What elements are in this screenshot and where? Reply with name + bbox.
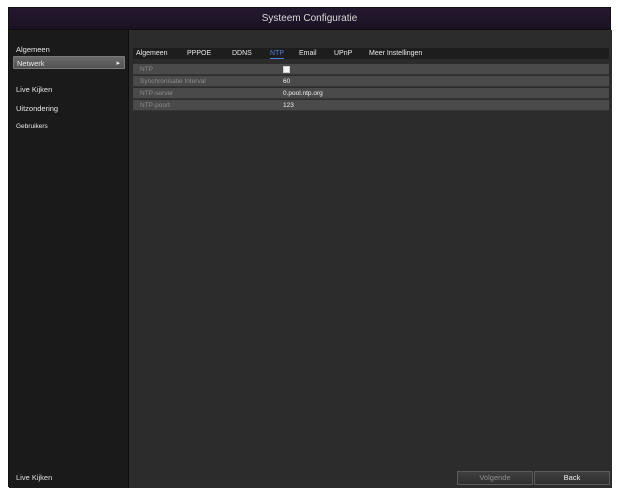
ntp-enable-checkbox[interactable] [283, 66, 290, 73]
sync-interval-input[interactable]: 60 [283, 76, 290, 87]
tab-pppoe[interactable]: PPPOE [187, 48, 211, 59]
window-title: Systeem Configuratie [9, 8, 610, 30]
ntp-port-row: NTP-poort 123 [133, 100, 609, 111]
sidebar-item-label: Netwerk [17, 59, 45, 68]
ntp-server-row: NTP-server 0.pool.ntp.org [133, 88, 609, 99]
ntp-port-label: NTP-poort [140, 102, 170, 109]
config-window: Systeem Configuratie Algemeen Netwerk ▸ … [8, 7, 612, 488]
tab-bar: Algemeen PPPOE DDNS NTP Email UPnP Meer … [133, 48, 609, 59]
sidebar: Algemeen Netwerk ▸ Live Kijken Uitzonder… [9, 30, 129, 488]
live-view-link[interactable]: Live Kijken [16, 473, 52, 482]
next-button[interactable]: Volgende [457, 471, 533, 485]
tab-upnp[interactable]: UPnP [334, 48, 352, 59]
tab-ddns[interactable]: DDNS [232, 48, 252, 59]
main-panel: Algemeen PPPOE DDNS NTP Email UPnP Meer … [129, 30, 612, 488]
tab-email[interactable]: Email [299, 48, 317, 59]
sidebar-item-gebruikers[interactable]: Gebruikers [13, 120, 125, 133]
tab-ntp[interactable]: NTP [270, 48, 284, 59]
chevron-right-icon: ▸ [116, 60, 120, 67]
sidebar-item-algemeen[interactable]: Algemeen [13, 43, 125, 56]
ntp-enable-row: NTP [133, 64, 609, 75]
sidebar-item-uitzondering[interactable]: Uitzondering [13, 102, 125, 115]
sidebar-item-label: Gebruikers [16, 123, 48, 130]
ntp-port-input[interactable]: 123 [283, 100, 294, 111]
tab-algemeen[interactable]: Algemeen [136, 48, 168, 59]
sync-interval-label: Synchronisatie Interval [140, 78, 206, 85]
sidebar-item-label: Algemeen [16, 45, 50, 54]
sync-interval-row: Synchronisatie Interval 60 [133, 76, 609, 87]
ntp-server-label: NTP-server [140, 90, 174, 97]
sidebar-item-live-kijken[interactable]: Live Kijken [13, 83, 125, 96]
tab-meer-instellingen[interactable]: Meer Instellingen [369, 48, 422, 59]
back-button[interactable]: Back [534, 471, 610, 485]
ntp-server-input[interactable]: 0.pool.ntp.org [283, 88, 323, 99]
ntp-enable-label: NTP [140, 66, 153, 73]
sidebar-item-netwerk[interactable]: Netwerk ▸ [13, 56, 125, 69]
sidebar-item-label: Live Kijken [16, 85, 53, 94]
sidebar-item-label: Uitzondering [16, 104, 59, 113]
